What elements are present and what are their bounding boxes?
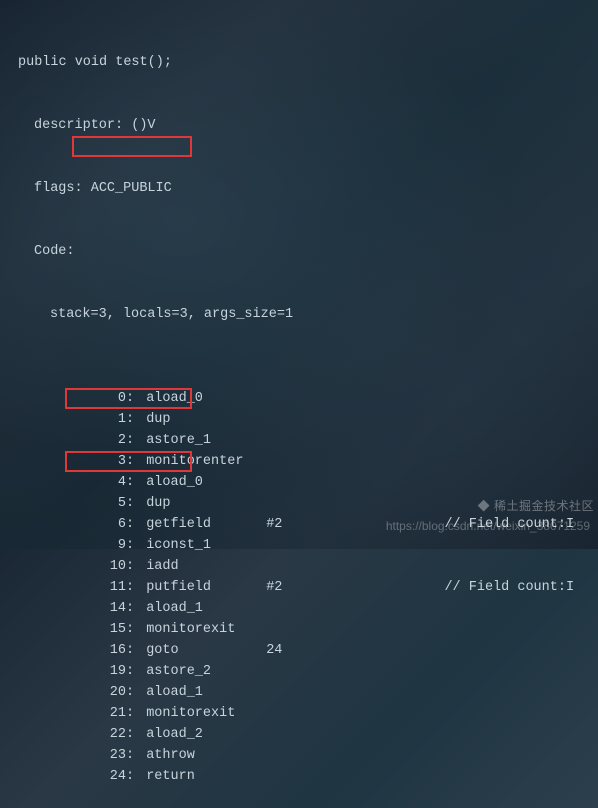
instruction-name: monitorexit [146, 619, 266, 640]
bytecode-row: 11: putfield#2 // Field count:I [10, 577, 598, 598]
instruction-arg: #2 [266, 514, 282, 535]
offset-separator: : [126, 577, 146, 598]
bytecode-row: 3: monitorenter [10, 451, 598, 472]
offset-separator: : [126, 619, 146, 640]
bytecode-listing: public void test(); descriptor: ()V flag… [10, 10, 598, 808]
bytecode-row: 10: iadd [10, 556, 598, 577]
bytecode-row: 9: iconst_1 [10, 535, 598, 556]
instruction-name: astore_2 [146, 661, 266, 682]
offset-separator: : [126, 661, 146, 682]
bytecode-row: 0: aload_0 [10, 388, 598, 409]
flags-value: ACC_PUBLIC [91, 178, 172, 199]
bytecode-row: 14: aload_1 [10, 598, 598, 619]
bytecode-row: 19: astore_2 [10, 661, 598, 682]
instruction-name: iconst_1 [146, 535, 266, 556]
offset-separator: : [126, 640, 146, 661]
instruction-offset: 11 [96, 577, 126, 598]
instruction-name: return [146, 766, 266, 787]
descriptor-value: ()V [131, 115, 155, 136]
offset-separator: : [126, 430, 146, 451]
instruction-name: athrow [146, 745, 266, 766]
instruction-name: aload_0 [146, 472, 266, 493]
flags-label: flags: [34, 178, 83, 199]
watermark-icon: ◆ [478, 499, 491, 513]
stack-line: stack=3, locals=3, args_size=1 [10, 304, 598, 325]
instruction-name: aload_0 [146, 388, 266, 409]
descriptor-label: descriptor: [34, 115, 123, 136]
instruction-offset: 5 [96, 493, 126, 514]
instruction-arg: 24 [266, 640, 282, 661]
instruction-name: aload_2 [146, 724, 266, 745]
instruction-name: monitorenter [146, 451, 266, 472]
bytecode-row: 24: return [10, 766, 598, 787]
offset-separator: : [126, 472, 146, 493]
instruction-offset: 2 [96, 430, 126, 451]
instruction-name: aload_1 [146, 682, 266, 703]
instruction-offset: 24 [96, 766, 126, 787]
offset-separator: : [126, 766, 146, 787]
instruction-offset: 14 [96, 598, 126, 619]
code-label: Code: [10, 241, 598, 262]
instruction-offset: 22 [96, 724, 126, 745]
offset-separator: : [126, 388, 146, 409]
offset-separator: : [126, 535, 146, 556]
offset-separator: : [126, 703, 146, 724]
instruction-offset: 4 [96, 472, 126, 493]
instruction-comment: // Field count:I [444, 577, 574, 598]
instruction-offset: 23 [96, 745, 126, 766]
instruction-offset: 0 [96, 388, 126, 409]
instruction-offset: 3 [96, 451, 126, 472]
bytecode-row: 2: astore_1 [10, 430, 598, 451]
watermark-url: https://blog.csdn.net/weixin_38071259 [386, 516, 590, 537]
instruction-name: putfield [146, 577, 266, 598]
offset-separator: : [126, 598, 146, 619]
offset-separator: : [126, 682, 146, 703]
instruction-name: getfield [146, 514, 266, 535]
instruction-arg: #2 [266, 577, 282, 598]
method-signature: public void test(); [10, 52, 598, 73]
flags-line: flags: ACC_PUBLIC [10, 178, 598, 199]
offset-separator: : [126, 724, 146, 745]
watermark-brand: ◆ 稀土掘金技术社区 [478, 496, 594, 517]
bytecode-row: 21: monitorexit [10, 703, 598, 724]
offset-separator: : [126, 493, 146, 514]
instruction-name: monitorexit [146, 703, 266, 724]
bytecode-row: 15: monitorexit [10, 619, 598, 640]
instruction-offset: 6 [96, 514, 126, 535]
instruction-offset: 20 [96, 682, 126, 703]
instruction-name: iadd [146, 556, 266, 577]
instruction-offset: 21 [96, 703, 126, 724]
bytecode-row: 1: dup [10, 409, 598, 430]
instruction-offset: 19 [96, 661, 126, 682]
instruction-name: dup [146, 409, 266, 430]
instruction-offset: 10 [96, 556, 126, 577]
instruction-offset: 15 [96, 619, 126, 640]
bytecode-row: 22: aload_2 [10, 724, 598, 745]
instruction-offset: 1 [96, 409, 126, 430]
descriptor-line: descriptor: ()V [10, 115, 598, 136]
instruction-offset: 16 [96, 640, 126, 661]
bytecode-row: 23: athrow [10, 745, 598, 766]
offset-separator: : [126, 745, 146, 766]
instruction-name: astore_1 [146, 430, 266, 451]
offset-separator: : [126, 514, 146, 535]
bytecode-row: 20: aload_1 [10, 682, 598, 703]
bytecode-row: 4: aload_0 [10, 472, 598, 493]
offset-separator: : [126, 451, 146, 472]
instruction-name: goto [146, 640, 266, 661]
offset-separator: : [126, 556, 146, 577]
instruction-name: dup [146, 493, 266, 514]
instruction-offset: 9 [96, 535, 126, 556]
offset-separator: : [126, 409, 146, 430]
bytecode-row: 16: goto24 [10, 640, 598, 661]
instruction-name: aload_1 [146, 598, 266, 619]
